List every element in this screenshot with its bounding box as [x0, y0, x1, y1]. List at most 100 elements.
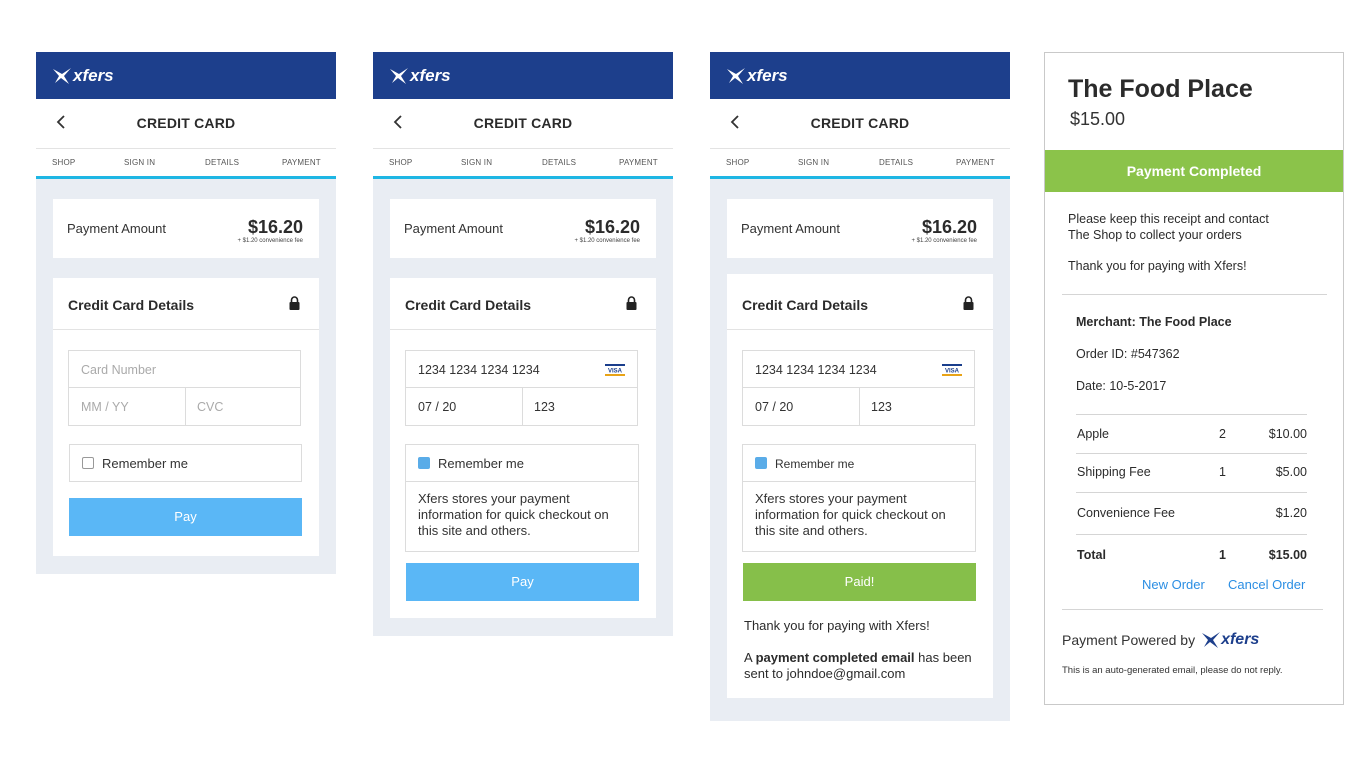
card-input-group: 1234 1234 1234 1234 VISA 07 / 20 123 [742, 350, 975, 426]
step-payment: PAYMENT [282, 158, 321, 167]
step-sign-in: SIGN IN [798, 158, 830, 167]
remember-me-row[interactable]: Remember me [406, 445, 638, 481]
expiry-field[interactable]: MM / YY [81, 400, 129, 414]
powered-by: Payment Powered by xfers [1062, 631, 1259, 649]
order-id: Order ID: #547362 [1076, 347, 1180, 361]
logo-text: xfers [1221, 631, 1260, 648]
card-details-title: Credit Card Details [742, 297, 869, 313]
title-bar: CREDIT CARD [710, 99, 1010, 149]
divider [1062, 609, 1323, 610]
remember-label: Remember me [102, 456, 188, 471]
remember-checkbox[interactable] [82, 457, 94, 469]
expiry-field[interactable]: 07 / 20 [418, 400, 456, 414]
card-details-header: Credit Card Details [390, 278, 656, 330]
progress-steps: SHOP SIGN IN DETAILS PAYMENT [710, 149, 1010, 179]
email-bold: payment completed email [755, 650, 915, 665]
total-qty: 1 [1219, 548, 1226, 562]
email-prefix: A [744, 650, 752, 665]
step-shop: SHOP [726, 158, 750, 167]
total-label: Total [1077, 548, 1106, 562]
payment-status-banner: Payment Completed [1045, 150, 1343, 192]
cvc-field[interactable]: CVC [197, 400, 223, 414]
remember-me-box: Remember me [69, 444, 302, 482]
item-name: Shipping Fee [1077, 465, 1151, 479]
amount-fee: + $1.20 convenience fee [237, 238, 303, 244]
lock-icon [626, 296, 637, 315]
table-row: Apple 2 $10.00 [1076, 414, 1307, 453]
card-number-field[interactable]: 1234 1234 1234 1234 VISA [406, 351, 637, 388]
card-number-field[interactable]: Card Number [69, 351, 300, 388]
xfers-bird-icon [727, 68, 745, 84]
xfers-logo: xfers [52, 66, 114, 86]
xfers-logo: xfers [726, 66, 788, 86]
paid-button[interactable]: Paid! [743, 563, 976, 601]
amount-fee: + $1.20 convenience fee [574, 238, 640, 244]
step-details: DETAILS [205, 158, 240, 167]
progress-steps: SHOP SIGN IN DETAILS PAYMENT [373, 149, 673, 179]
item-qty: 2 [1219, 427, 1226, 441]
receipt-price: $15.00 [1070, 109, 1126, 129]
remember-me-box: Remember me Xfers stores your payment in… [405, 444, 639, 552]
xfers-bird-icon [1202, 632, 1221, 648]
card-input-group: 1234 1234 1234 1234 VISA 07 / 20 123 [405, 350, 638, 426]
remember-me-row[interactable]: Remember me [743, 445, 975, 481]
remember-checkbox[interactable] [418, 457, 430, 469]
step-details: DETAILS [542, 158, 577, 167]
expiry-field[interactable]: 07 / 20 [755, 400, 793, 414]
receipt-message: Please keep this receipt and contact The… [1068, 212, 1269, 242]
payment-amount-card: Payment Amount $16.20 + $1.20 convenienc… [53, 199, 319, 258]
cancel-order-link[interactable]: Cancel Order [1228, 577, 1305, 592]
item-amount: $5.00 [1275, 465, 1307, 479]
thanks-text: Thank you for paying with Xfers! [744, 618, 930, 633]
checkout-screen-paid: xfers CREDIT CARD SHOP SIGN IN DETAILS P… [710, 52, 1010, 721]
table-row: Shipping Fee 1 $5.00 [1076, 453, 1307, 492]
page-title: CREDIT CARD [473, 115, 573, 131]
amount-value: $16.20 [247, 217, 303, 237]
credit-card-details-card: Credit Card Details 1234 1234 1234 1234 … [390, 278, 656, 618]
email-confirmation: A payment completed email has been sent … [744, 650, 990, 682]
shop-name: The Food Place [1068, 75, 1253, 103]
receipt-email: The Food Place $15.00 Payment Completed … [1044, 52, 1344, 705]
step-sign-in: SIGN IN [461, 158, 493, 167]
remember-label: Remember me [438, 456, 524, 471]
amount-value: $16.20 [584, 217, 640, 237]
remember-checkbox[interactable] [755, 457, 767, 469]
powered-by-label: Payment Powered by [1062, 632, 1196, 648]
page-title: CREDIT CARD [136, 115, 236, 131]
title-bar: CREDIT CARD [373, 99, 673, 149]
remember-info-text: Xfers stores your payment information fo… [406, 481, 638, 551]
pay-button[interactable]: Pay [406, 563, 639, 601]
divider [1062, 294, 1327, 295]
new-order-link[interactable]: New Order [1142, 577, 1205, 592]
header-bar: xfers [373, 52, 673, 99]
logo-text: xfers [73, 66, 114, 85]
credit-card-details-card: Credit Card Details 1234 1234 1234 1234 … [727, 274, 993, 698]
xfers-logo: xfers [389, 66, 451, 86]
card-number-value: 1234 1234 1234 1234 [418, 363, 540, 377]
step-details: DETAILS [879, 158, 914, 167]
page-title: CREDIT CARD [810, 115, 910, 131]
card-details-title: Credit Card Details [405, 297, 532, 313]
remember-me-row[interactable]: Remember me [70, 445, 301, 481]
header-bar: xfers [36, 52, 336, 99]
cvc-field[interactable]: 123 [871, 400, 892, 414]
card-number-field[interactable]: 1234 1234 1234 1234 VISA [743, 351, 974, 388]
merchant-name: Merchant: The Food Place [1076, 315, 1232, 329]
order-date: Date: 10-5-2017 [1076, 379, 1167, 393]
cvc-field[interactable]: 123 [534, 400, 555, 414]
lock-icon [963, 296, 974, 315]
logo-text: xfers [410, 66, 451, 85]
field-divider [859, 388, 860, 425]
credit-card-details-card: Credit Card Details Card Number MM / YY … [53, 278, 319, 556]
progress-steps: SHOP SIGN IN DETAILS PAYMENT [36, 149, 336, 179]
item-name: Convenience Fee [1077, 506, 1175, 520]
xfers-logo: xfers [1201, 631, 1259, 649]
remember-me-box: Remember me Xfers stores your payment in… [742, 444, 976, 552]
amount-value: $16.20 [921, 217, 977, 237]
pay-button[interactable]: Pay [69, 498, 302, 536]
table-row-total: Total 1 $15.00 [1076, 534, 1307, 574]
payment-amount-card: Payment Amount $16.20 + $1.20 convenienc… [390, 199, 656, 258]
receipt-thanks: Thank you for paying with Xfers! [1068, 259, 1247, 273]
logo-text: xfers [747, 66, 788, 85]
item-amount: $10.00 [1268, 427, 1307, 441]
